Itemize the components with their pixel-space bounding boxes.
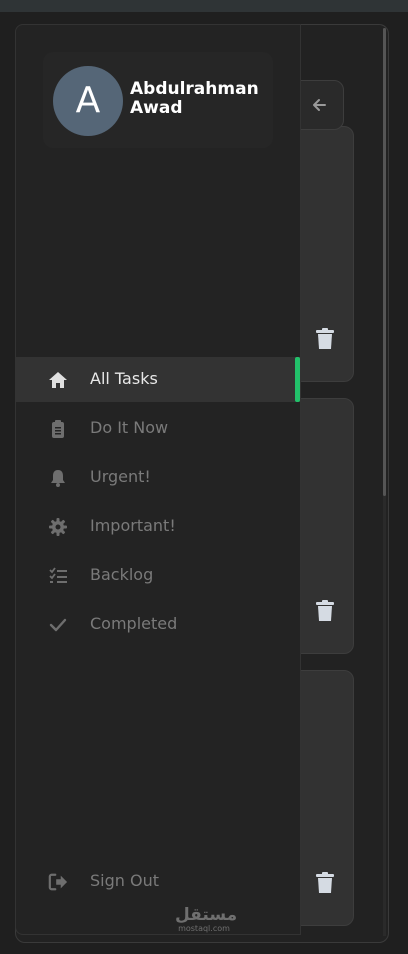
trash-icon[interactable] — [315, 328, 335, 350]
task-card[interactable] — [292, 670, 354, 926]
arrow-left-icon — [313, 99, 326, 111]
nav-item-label: Backlog — [90, 565, 154, 584]
gear-icon — [49, 518, 67, 536]
nav-item-label: Sign Out — [90, 871, 159, 890]
checklist-icon — [49, 567, 67, 583]
nav-item-do-it-now[interactable]: Do It Now — [16, 406, 300, 451]
avatar[interactable]: A — [53, 66, 123, 136]
nav-item-label: Completed — [90, 614, 178, 633]
sign-out-icon — [48, 873, 68, 891]
home-icon — [49, 372, 67, 388]
nav-item-urgent[interactable]: Urgent! — [16, 455, 300, 500]
task-card[interactable] — [292, 398, 354, 654]
watermark-latin: mostaql.com — [178, 924, 230, 933]
watermark-arabic: مستقل — [175, 905, 238, 925]
nav-item-completed[interactable]: Completed — [16, 602, 300, 647]
user-name-last: Awad — [130, 98, 183, 118]
scrollbar-thumb[interactable] — [383, 28, 386, 496]
nav-item-label: Important! — [90, 516, 176, 535]
nav-item-label: All Tasks — [90, 369, 158, 388]
user-name-first: Abdulrahman — [130, 79, 259, 99]
task-card[interactable] — [292, 126, 354, 382]
check-icon — [49, 618, 67, 632]
bell-icon — [51, 470, 65, 487]
nav-item-label: Do It Now — [90, 418, 169, 437]
trash-icon[interactable] — [315, 600, 335, 622]
nav-item-important[interactable]: Important! — [16, 504, 300, 549]
clipboard-icon — [52, 420, 64, 438]
watermark: مستقل mostaql.com — [175, 905, 238, 933]
active-indicator — [295, 357, 300, 402]
nav-item-label: Urgent! — [90, 467, 151, 486]
nav-item-backlog[interactable]: Backlog — [16, 553, 300, 598]
window-top-bar — [0, 0, 408, 12]
sign-out-button[interactable]: Sign Out — [16, 859, 300, 904]
nav-item-all-tasks[interactable]: All Tasks — [16, 357, 300, 402]
user-name: Abdulrahman Awad — [130, 80, 280, 118]
trash-icon[interactable] — [315, 872, 335, 894]
